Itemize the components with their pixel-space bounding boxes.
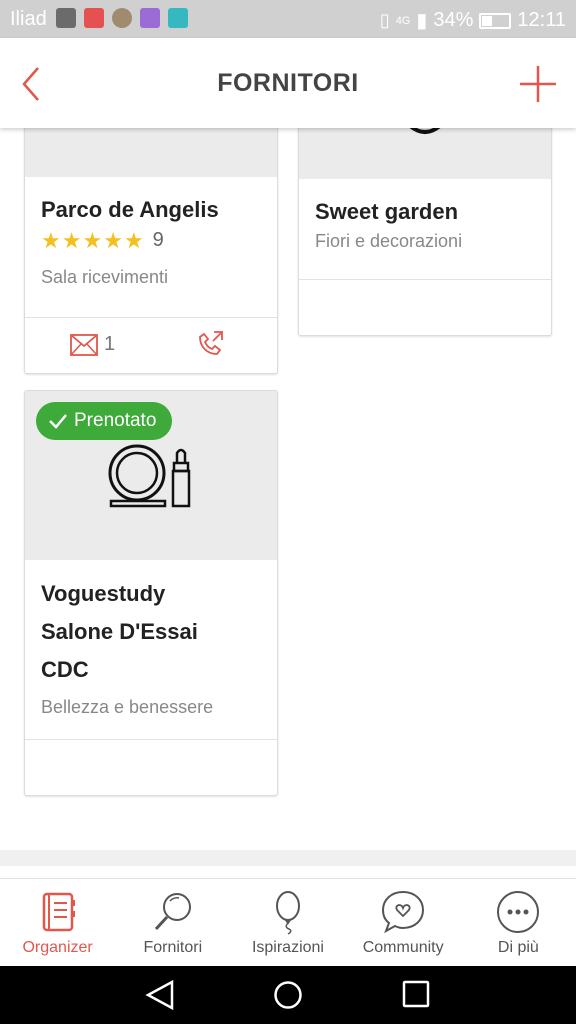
notification-icon	[84, 8, 104, 28]
system-navigation-bar	[0, 966, 576, 1024]
balloon-icon	[275, 891, 300, 935]
chat-heart-icon	[382, 890, 425, 934]
vendor-category: Fiori e decorazioni	[315, 231, 463, 251]
more-icon	[497, 891, 540, 933]
search-icon	[154, 893, 191, 931]
page-title: FORNITORI	[217, 69, 359, 97]
nav-label: Organizer	[22, 939, 93, 956]
star-icon: ★	[61, 227, 82, 253]
notification-icon	[56, 8, 76, 28]
card-divider	[25, 317, 277, 318]
vendor-card[interactable]: Parco de Angelis ★ ★ ★ ★ ★ 9 Sala ricevi…	[24, 128, 278, 374]
clock: 12:11	[517, 9, 566, 31]
vendor-photo	[299, 128, 551, 179]
vendor-grid: Parco de Angelis ★ ★ ★ ★ ★ 9 Sala ricevi…	[0, 128, 576, 878]
nav-label: Fornitori	[143, 939, 203, 956]
status-bar: Iliad ▯ 4G ▮ 34% 12:11	[0, 0, 576, 38]
rating-stars: ★ ★ ★ ★ ★ 9	[41, 229, 164, 252]
voicemail-notification-icon	[168, 8, 188, 28]
network-label: 4G	[395, 14, 411, 27]
home-circle-icon[interactable]	[273, 980, 303, 1010]
recents-square-icon[interactable]	[402, 980, 430, 1008]
battery-icon	[479, 12, 512, 29]
gallery-notification-icon	[140, 8, 160, 28]
star-icon: ★	[123, 227, 144, 253]
status-right: ▯ 4G ▮ 34% 12:11	[380, 8, 566, 33]
nav-label: Ispirazioni	[251, 939, 324, 956]
add-icon[interactable]	[518, 64, 558, 104]
nav-item-fornitori[interactable]: Fornitori	[115, 879, 230, 967]
app-header: FORNITORI	[0, 38, 576, 128]
avatar-notification-icon	[112, 8, 132, 28]
phone-icon[interactable]	[195, 329, 225, 359]
nav-item-community[interactable]: Community	[346, 879, 461, 967]
booked-badge: Prenotato	[36, 402, 173, 440]
vendor-card[interactable]: Prenotato Voguestudy Salone D'Essai CDC …	[24, 390, 278, 796]
vendor-category: Sala ricevimenti	[41, 267, 169, 287]
nav-item-di-piu[interactable]: Di più	[461, 879, 576, 967]
nav-label: Di più	[497, 939, 539, 956]
vendor-name: Sweet garden	[315, 199, 459, 224]
message-action[interactable]: 1	[70, 333, 115, 356]
nav-item-ispirazioni[interactable]: Ispirazioni	[230, 879, 345, 967]
star-icon: ★	[82, 227, 103, 253]
bottom-navigation: Organizer Fornitori Ispirazioni Communit…	[0, 878, 576, 967]
back-triangle-icon[interactable]	[144, 980, 176, 1010]
content-end-strip	[0, 850, 576, 866]
vendor-name: Voguestudy Salone D'Essai CDC	[41, 581, 198, 682]
message-count: 1	[104, 333, 116, 355]
vibrate-icon: ▯	[379, 10, 390, 30]
carrier-label: Iliad	[10, 8, 47, 30]
mail-icon	[70, 333, 98, 356]
vendor-card[interactable]: Sweet garden Fiori e decorazioni	[298, 128, 552, 336]
battery-percent: 34%	[433, 9, 474, 31]
card-divider	[25, 739, 277, 740]
planner-icon	[42, 892, 75, 932]
star-icon: ★	[41, 227, 61, 253]
check-icon	[49, 414, 67, 429]
rating-count: 9	[152, 229, 164, 251]
vendor-category-icon	[409, 128, 441, 134]
mirror-lipstick-icon	[108, 444, 191, 508]
badge-label: Prenotato	[74, 410, 157, 431]
nav-label: Community	[362, 939, 444, 956]
signal-icon: ▮	[416, 10, 428, 32]
card-divider	[299, 279, 551, 280]
vendor-name: Parco de Angelis	[41, 197, 219, 222]
nav-item-organizer[interactable]: Organizer	[0, 879, 115, 967]
notification-icons	[56, 8, 188, 28]
vendor-category: Bellezza e benessere	[41, 697, 214, 717]
star-icon: ★	[103, 227, 123, 253]
vendor-photo	[25, 128, 277, 177]
